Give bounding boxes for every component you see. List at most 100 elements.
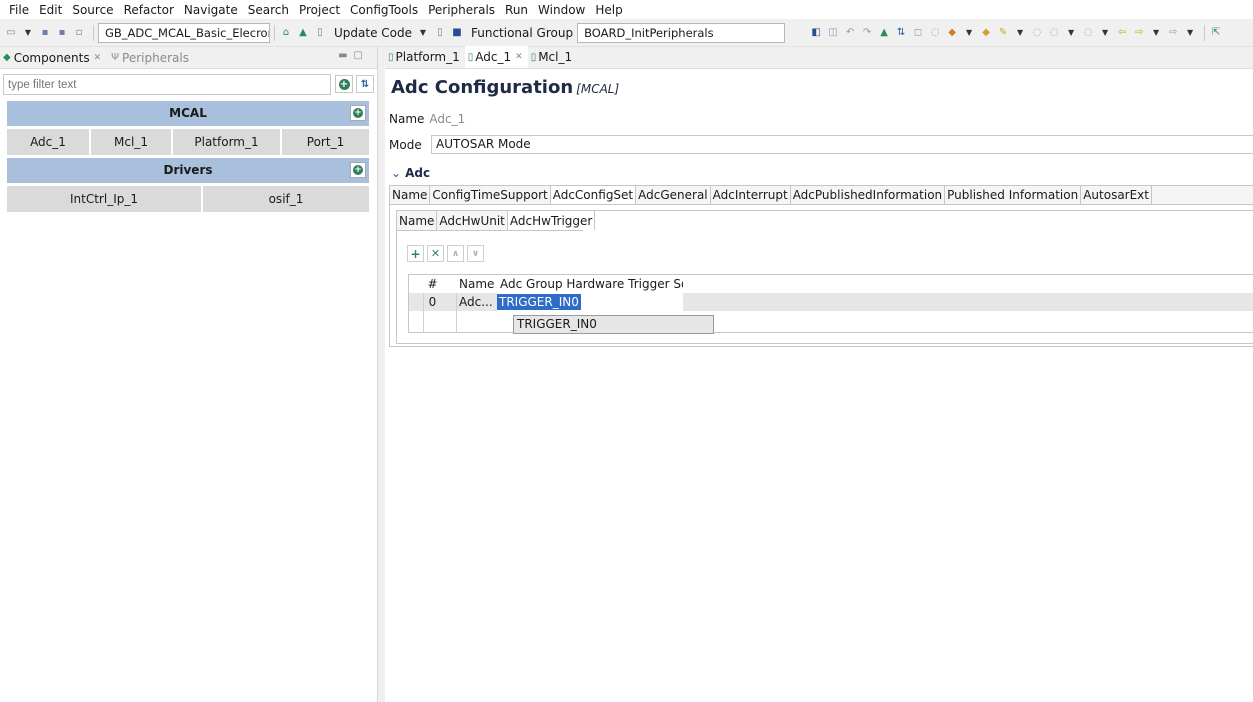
dropdown-arrow-icon[interactable]: ▼: [1098, 26, 1112, 40]
sort-icon[interactable]: ⇅: [894, 26, 908, 40]
menu-run[interactable]: Run: [500, 3, 533, 17]
config-title: Adc Configuration: [391, 77, 574, 98]
component-port-1[interactable]: Port_1: [282, 129, 369, 155]
menu-navigate[interactable]: Navigate: [179, 3, 243, 17]
tab-autosarext[interactable]: AutosarExt: [1081, 186, 1152, 204]
menu-refactor[interactable]: Refactor: [119, 3, 179, 17]
nav-forward-icon[interactable]: ⇨: [1166, 26, 1180, 40]
plus-icon: +: [353, 165, 363, 175]
save-all-icon[interactable]: ▪: [55, 26, 69, 40]
tab-adc-1[interactable]: ▯ Adc_1 ✕: [464, 46, 528, 68]
tab-adcpublishedinformation[interactable]: AdcPublishedInformation: [791, 186, 946, 204]
component-platform-1[interactable]: Platform_1: [173, 129, 282, 155]
external-icon[interactable]: ⇱: [1209, 26, 1223, 40]
components-icon: ◆: [3, 52, 11, 63]
tab-mcl-1[interactable]: ▯ Mcl_1: [528, 50, 577, 68]
print-icon[interactable]: ▫: [72, 26, 86, 40]
trigger-source-selected-text[interactable]: TRIGGER_IN0: [497, 294, 581, 310]
tool-icon[interactable]: ◌: [928, 26, 942, 40]
dropdown-arrow-icon[interactable]: ▼: [1183, 26, 1197, 40]
tab-platform-1[interactable]: ▯ Platform_1: [385, 50, 465, 68]
adcconfigset-tab-folder: Name AdcHwUnit AdcHwTrigger + ✕ ∧ ∨ # Na…: [396, 210, 1253, 344]
update-code-button[interactable]: Update Code: [334, 26, 412, 40]
tab-label: Adc_1: [475, 50, 512, 64]
adc-section-header[interactable]: ⌄ Adc: [391, 166, 430, 180]
maximize-icon[interactable]: ▢: [354, 50, 369, 61]
chevron-down-icon[interactable]: ⌄: [391, 166, 401, 180]
tab-peripherals[interactable]: Ψ Peripherals: [111, 51, 189, 65]
component-adc-1[interactable]: Adc_1: [7, 129, 91, 155]
menu-project[interactable]: Project: [294, 3, 345, 17]
component-row: IntCtrl_Ip_1 osif_1: [7, 186, 369, 212]
plus-icon: +: [353, 108, 363, 118]
mode-field[interactable]: AUTOSAR Mode: [431, 135, 1253, 154]
document-icon: ▯: [317, 27, 323, 38]
tab-configtimesupport[interactable]: ConfigTimeSupport: [430, 186, 551, 204]
table-row[interactable]: 0 Adc... TRIGGER_IN0: [409, 293, 1253, 311]
dropdown-arrow-icon[interactable]: ▼: [1149, 26, 1163, 40]
filter-input[interactable]: [3, 74, 331, 95]
move-up-button[interactable]: ∧: [447, 245, 464, 262]
warning-icon[interactable]: ▲: [296, 26, 310, 40]
tool-icon[interactable]: ◌: [1047, 26, 1061, 40]
tool-icon[interactable]: ◌: [1081, 26, 1095, 40]
dropdown-arrow-icon[interactable]: ▼: [1064, 26, 1078, 40]
file-icon: ▯: [467, 51, 474, 63]
tool-icon[interactable]: ◫: [826, 26, 840, 40]
component-intctrl-ip-1[interactable]: IntCtrl_Ip_1: [7, 186, 203, 212]
sash[interactable]: [378, 47, 385, 702]
dropdown-arrow-icon[interactable]: ▼: [416, 26, 430, 40]
tab-inner-name[interactable]: Name: [397, 211, 438, 230]
tool-icon[interactable]: ◻: [911, 26, 925, 40]
menu-file[interactable]: File: [4, 3, 34, 17]
menu-peripherals[interactable]: Peripherals: [423, 3, 500, 17]
tab-published-information[interactable]: Published Information: [945, 186, 1082, 204]
save-icon[interactable]: ▪: [38, 26, 52, 40]
sort-button[interactable]: ⇅: [356, 75, 374, 93]
menu-source[interactable]: Source: [67, 3, 118, 17]
tool-icon[interactable]: ◧: [809, 26, 823, 40]
nav-forward-icon[interactable]: ⇨: [1132, 26, 1146, 40]
forward-icon[interactable]: ↷: [860, 26, 874, 40]
tab-name[interactable]: Name: [390, 186, 431, 204]
dropdown-arrow-icon[interactable]: ▼: [1013, 26, 1027, 40]
new-icon[interactable]: ▭: [4, 26, 18, 40]
menu-help[interactable]: Help: [590, 3, 627, 17]
close-icon[interactable]: ✕: [515, 52, 523, 62]
trigger-source-editor[interactable]: TRIGGER_IN0: [497, 293, 683, 311]
add-to-group-button[interactable]: +: [350, 162, 366, 178]
tab-adcconfigset[interactable]: AdcConfigSet: [550, 186, 637, 204]
remove-row-button[interactable]: ✕: [427, 245, 444, 262]
add-row-button[interactable]: +: [407, 245, 424, 262]
tool-icon[interactable]: ✎: [996, 26, 1010, 40]
tool-icon[interactable]: ◌: [1030, 26, 1044, 40]
add-to-group-button[interactable]: +: [350, 105, 366, 121]
tab-adchwunit[interactable]: AdcHwUnit: [437, 211, 508, 230]
menu-edit[interactable]: Edit: [34, 3, 67, 17]
back-icon[interactable]: ↶: [843, 26, 857, 40]
component-mcl-1[interactable]: Mcl_1: [91, 129, 173, 155]
component-osif-1[interactable]: osif_1: [203, 186, 369, 212]
trigger-source-dropdown-option[interactable]: TRIGGER_IN0: [513, 315, 714, 334]
move-down-button[interactable]: ∨: [467, 245, 484, 262]
tab-components[interactable]: ◆ Components ✕: [3, 51, 101, 65]
menu-search[interactable]: Search: [243, 3, 294, 17]
functional-group-combo[interactable]: BOARD_InitPeripherals: [577, 22, 786, 43]
project-combo[interactable]: GB_ADC_MCAL_Basic_ElecronicsV_S.: [98, 22, 270, 43]
menu-window[interactable]: Window: [533, 3, 590, 17]
dropdown-arrow-icon[interactable]: ▼: [962, 26, 976, 40]
close-icon[interactable]: ✕: [94, 53, 102, 63]
tab-adcgeneral[interactable]: AdcGeneral: [636, 186, 711, 204]
tool-icon[interactable]: ◆: [979, 26, 993, 40]
tab-adcinterrupt[interactable]: AdcInterrupt: [711, 186, 791, 204]
minimize-icon[interactable]: ▬: [338, 50, 353, 61]
add-component-button[interactable]: +: [335, 75, 353, 93]
menu-configtools[interactable]: ConfigTools: [345, 3, 423, 17]
tab-adchwtrigger[interactable]: AdcHwTrigger: [507, 211, 596, 230]
tool-icon[interactable]: ▲: [877, 26, 891, 40]
nav-back-icon[interactable]: ⇦: [1115, 26, 1129, 40]
row-name[interactable]: Adc...: [456, 293, 497, 311]
home-icon[interactable]: ⌂: [279, 26, 293, 40]
search-icon[interactable]: ◆: [945, 26, 959, 40]
dropdown-arrow-icon[interactable]: ▼: [21, 26, 35, 40]
